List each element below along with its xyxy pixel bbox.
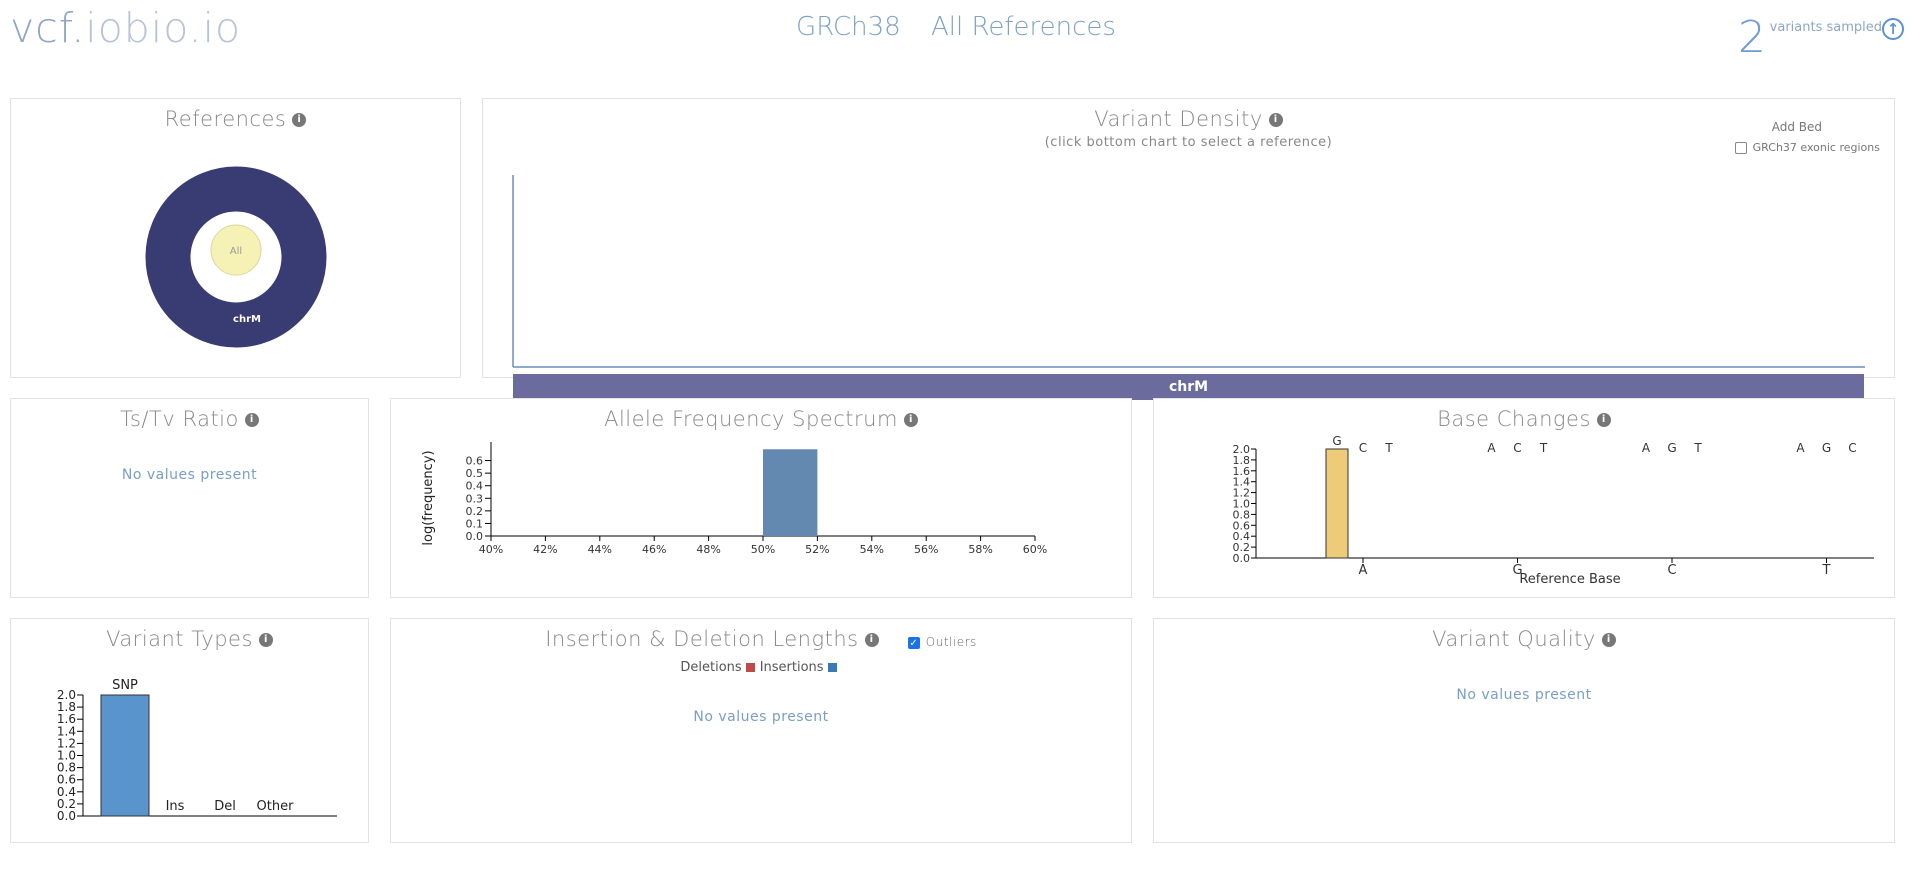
sample-more-icon[interactable]: ↑ [1882,18,1904,40]
y-tick-label: 0.5 [466,467,484,480]
info-icon[interactable]: i [1601,633,1616,647]
x-tick-label: 44% [588,543,612,556]
y-tick-label: 1.0 [57,749,76,763]
x-tick-label: 58% [968,543,992,556]
outliers-label: Outliers [925,635,977,649]
afs-panel: Allele Frequency Spectrum i 0.0 0.1 0.2 0.3 0… [390,398,1132,598]
x-category-label: T [1822,563,1831,578]
x-tick-label: 56% [914,543,938,556]
alt-base-label: G [1822,441,1831,455]
indel-lengths-panel: Insertion & Deletion Lengths i ✓ Outliers … [390,618,1132,843]
center-label: All [230,246,242,257]
tstv-panel: Ts/Tv Ratio i No values present [10,398,369,598]
y-tick-label: 2.0 [57,688,76,702]
alt-base-label: C [1513,441,1521,455]
y-tick-label: 0.2 [466,505,484,518]
bar-label: Other [257,799,295,814]
y-tick-label: 0.4 [466,480,484,493]
variant-types-chart: 0.00.20.40.60.81.01.21.41.61.82.0 SNP Ins D… [57,678,337,823]
alt-base-label: T [1384,441,1393,455]
y-tick-label: 0.8 [57,761,76,775]
sampled-count: 2 [1738,12,1766,63]
y-tick-label: 0.2 [57,797,76,811]
legend-deletions-swatch [745,663,755,672]
sampled-label: variants sampled [1769,20,1882,35]
alt-base-label: A [1487,441,1496,455]
legend-insertions-swatch [827,663,837,672]
alt-base-label: T [1693,441,1702,455]
x-tick-label: 48% [696,543,720,556]
density-chart [512,175,1865,368]
outliers-toggle[interactable]: ✓ Outliers [907,635,977,649]
y-tick-label: 1.4 [57,724,76,738]
legend-insertions-label: Insertions [759,660,824,675]
references-donut: All chrM [145,166,327,348]
x-tick-label: 52% [805,543,829,556]
reference-selector-bar-chrm[interactable]: chrM [513,374,1864,400]
base-changes-chart: 0.00.20.40.60.81.01.21.41.61.82.0AG C TGA C… [1233,434,1874,587]
x-tick-label: 40% [479,543,503,556]
references-panel: References i All chrM [10,98,461,378]
x-tick-label: 54% [860,543,884,556]
alt-base-label: G [1332,434,1341,448]
page-title: GRCh38 All References [0,12,1912,42]
empty-message: No values present [693,709,829,725]
alt-base-label: C [1359,441,1367,455]
panel-title: Insertion & Deletion Lengths i ✓ Outliers [545,627,977,651]
segment-label: chrM [233,314,261,325]
indel-legend: Deletions Insertions [391,660,1131,675]
alt-base-label: A [1642,441,1651,455]
panel-title: Ts/Tv Ratio i [11,407,368,431]
x-axis-label: Reference Base [1519,572,1620,587]
variant-density-panel: Variant Density i (click bottom chart to … [482,98,1895,378]
info-icon[interactable]: i [244,413,259,427]
outliers-checkbox[interactable]: ✓ [907,636,920,649]
bar-label: SNP [112,678,138,693]
x-category-label: C [1667,563,1676,578]
y-tick-label: 1.2 [57,736,76,750]
base-changes-panel: Base Changes i 0.0 0.2 0.4 0.6 0.8 1.0 1.2 1.4 1.… [1153,398,1895,598]
alt-base-label: G [1667,441,1676,455]
y-tick-label: 0.3 [466,492,484,505]
selector-bar-label: chrM [1168,379,1209,395]
y-tick-label: 0.4 [57,785,76,799]
x-tick-label: 60% [1023,543,1047,556]
bar-label: Ins [166,799,185,814]
variant-types-panel: Variant Types i 0.0 0.2 0.4 0.6 0.8 1.0 1.2 1.4 1… [10,618,369,843]
empty-message: No values present [121,467,258,483]
y-tick-label: 1.6 [57,712,76,726]
y-tick-label: 2.0 [1233,443,1251,456]
x-category-label: A [1359,563,1368,578]
x-tick-label: 46% [642,543,666,556]
info-icon[interactable]: i [864,633,879,647]
selected-reference-label[interactable]: All References [931,12,1116,42]
y-tick-label: 0.6 [57,773,76,787]
x-tick-label: 42% [533,543,557,556]
y-tick-label: 0.6 [466,455,484,468]
variant-type-bar [100,694,150,817]
panel-title: Variant Quality i [1154,627,1894,651]
bar-label: Del [214,799,236,814]
y-tick-label: 0.0 [466,530,484,543]
alt-base-label: A [1796,441,1805,455]
base-change-bar [1325,448,1349,559]
afs-bar [763,449,818,536]
y-tick-label: 0.0 [57,809,76,823]
y-axis-label: log(frequency) [421,450,436,545]
alt-base-label: T [1539,441,1548,455]
afs-chart: 0.00.10.20.30.40.50.6 40% 42% 44% 46% 48% 50% 5… [421,442,1047,556]
x-tick-label: 50% [751,543,775,556]
y-tick-label: 1.8 [57,700,76,714]
variant-quality-panel: Variant Quality i No values present [1153,618,1895,843]
legend-deletions-label: Deletions [680,660,742,675]
genome-build-label: GRCh38 [796,12,901,42]
empty-message: No values present [1456,687,1592,703]
alt-base-label: C [1848,441,1856,455]
y-tick-label: 0.1 [466,517,484,530]
